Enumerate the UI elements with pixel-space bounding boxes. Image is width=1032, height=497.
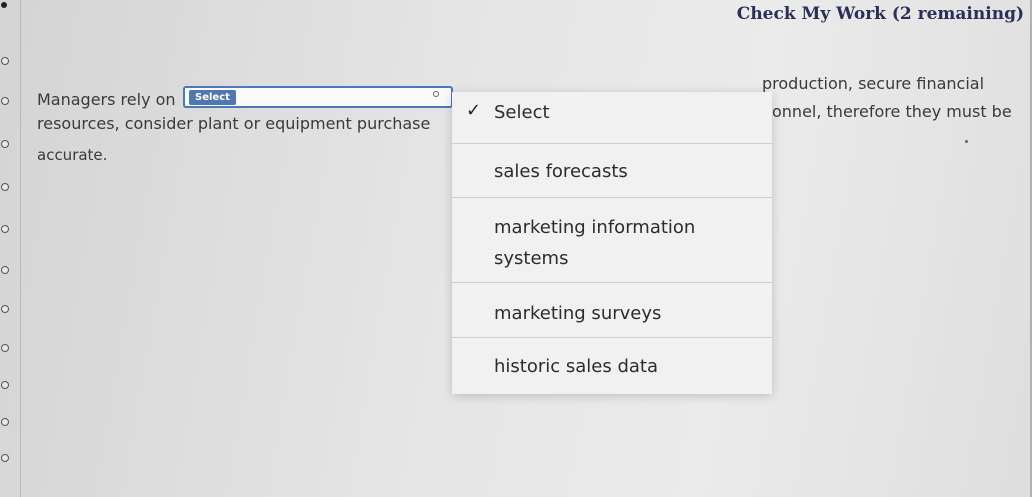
binder-ring [1,454,9,462]
option-divider [452,197,772,198]
select-label: Select [189,90,236,105]
binder-ring [1,305,9,313]
dropdown-option[interactable]: marketing information systems [452,212,772,274]
binder-ring [1,183,9,191]
stray-dot [965,140,968,143]
question-text-line3: accurate. [37,146,108,164]
worksheet-page: Check My Work (2 remaining) Managers rel… [0,0,1032,497]
option-divider [452,282,772,283]
question-text-line2-end: onnel, therefore they must be [772,102,1012,121]
dropdown-option[interactable]: sales forecasts [452,156,772,187]
margin-line [20,0,21,497]
binder-ring [1,57,9,65]
binder-ring [1,225,9,233]
binder-ring [1,418,9,426]
question-text-line1-end: production, secure financial [762,74,985,93]
dropdown-option-label: marketing information systems [494,217,696,269]
check-my-work-link[interactable]: Check My Work (2 remaining) [737,4,1024,24]
dropdown-option[interactable]: historic sales data [452,351,772,382]
question-text-line2: resources, consider plant or equipment p… [37,114,431,133]
question-text-line1: Managers rely on [37,90,176,109]
bullet-dot [1,2,7,8]
answer-select[interactable]: Select [183,86,453,108]
option-divider [452,337,772,338]
binder-ring [1,97,9,105]
option-divider [452,143,772,144]
binder-ring [1,344,9,352]
binder-ring [1,381,9,389]
dropdown-option[interactable]: marketing surveys [452,298,772,329]
binder-ring [1,140,9,148]
binder-ring [1,266,9,274]
select-indicator-icon [433,91,439,97]
dropdown-option-selected[interactable]: Select [452,97,772,128]
dropdown-menu: ✓ Select sales forecasts marketing infor… [452,92,772,394]
